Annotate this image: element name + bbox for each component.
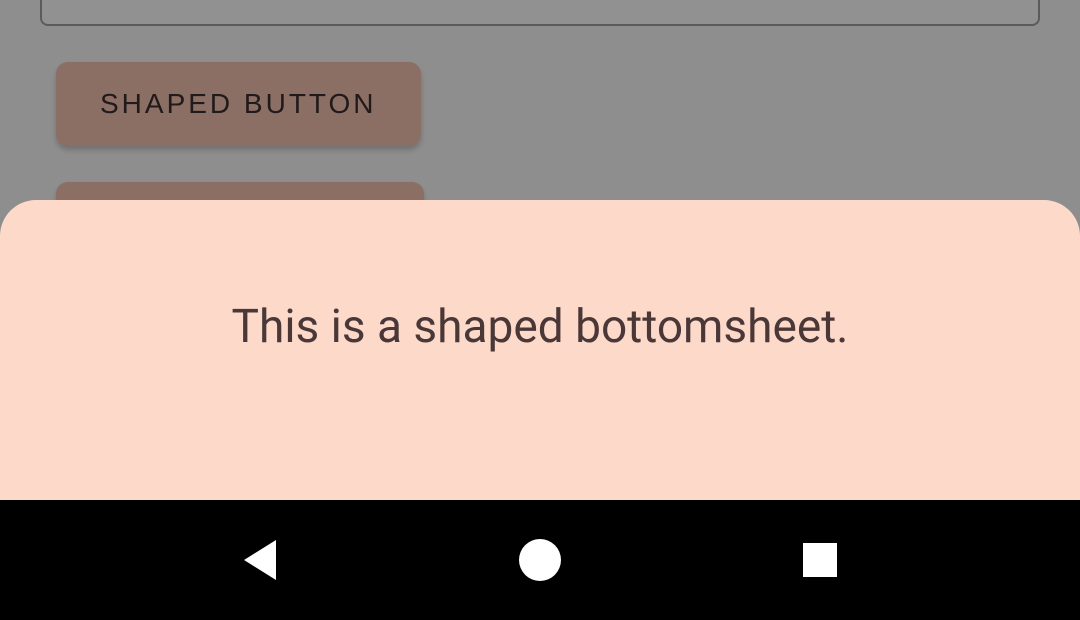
square-recent-icon: [803, 543, 837, 577]
android-navbar: [0, 500, 1080, 620]
nav-home-button[interactable]: [510, 530, 570, 590]
nav-back-button[interactable]: [230, 530, 290, 590]
nav-recent-button[interactable]: [790, 530, 850, 590]
triangle-back-icon: [244, 540, 276, 580]
bottomsheet-message: This is a shaped bottomsheet.: [232, 300, 849, 354]
bottomsheet[interactable]: This is a shaped bottomsheet.: [0, 200, 1080, 500]
circle-home-icon: [519, 539, 561, 581]
